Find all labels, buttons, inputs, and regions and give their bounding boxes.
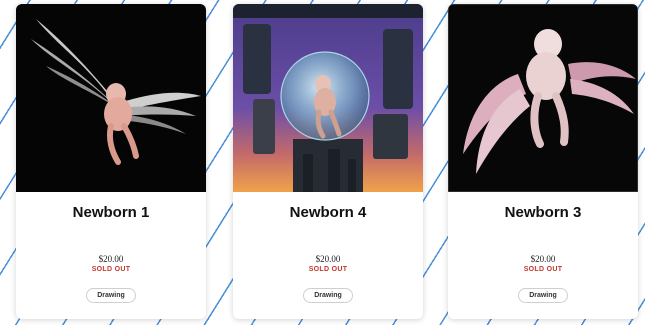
product-image[interactable] bbox=[16, 4, 206, 192]
product-price: $20.00 bbox=[530, 254, 556, 264]
sold-out-badge: SOLD OUT bbox=[308, 266, 348, 273]
tag-container: Drawing bbox=[448, 284, 638, 303]
product-price: $20.00 bbox=[98, 254, 124, 264]
product-price: $20.00 bbox=[315, 254, 341, 264]
tag-container: Drawing bbox=[233, 284, 423, 303]
category-tag[interactable]: Drawing bbox=[86, 288, 136, 303]
product-image[interactable] bbox=[233, 4, 423, 192]
category-tag[interactable]: Drawing bbox=[518, 288, 568, 303]
product-card[interactable]: Newborn 1 $20.00 SOLD OUT Drawing bbox=[16, 4, 206, 319]
product-card[interactable]: Newborn 4 $20.00 SOLD OUT Drawing bbox=[233, 4, 423, 319]
category-tag[interactable]: Drawing bbox=[303, 288, 353, 303]
product-grid: Newborn 1 $20.00 SOLD OUT Drawing Newbor… bbox=[0, 0, 645, 325]
product-title[interactable]: Newborn 3 bbox=[448, 204, 638, 221]
product-title[interactable]: Newborn 4 bbox=[233, 204, 423, 221]
product-card[interactable]: Newborn 3 $20.00 SOLD OUT Drawing bbox=[448, 4, 638, 319]
product-image[interactable] bbox=[448, 4, 638, 192]
product-title[interactable]: Newborn 1 bbox=[16, 204, 206, 221]
sold-out-badge: SOLD OUT bbox=[523, 266, 563, 273]
sold-out-badge: SOLD OUT bbox=[91, 266, 131, 273]
tag-container: Drawing bbox=[16, 284, 206, 303]
